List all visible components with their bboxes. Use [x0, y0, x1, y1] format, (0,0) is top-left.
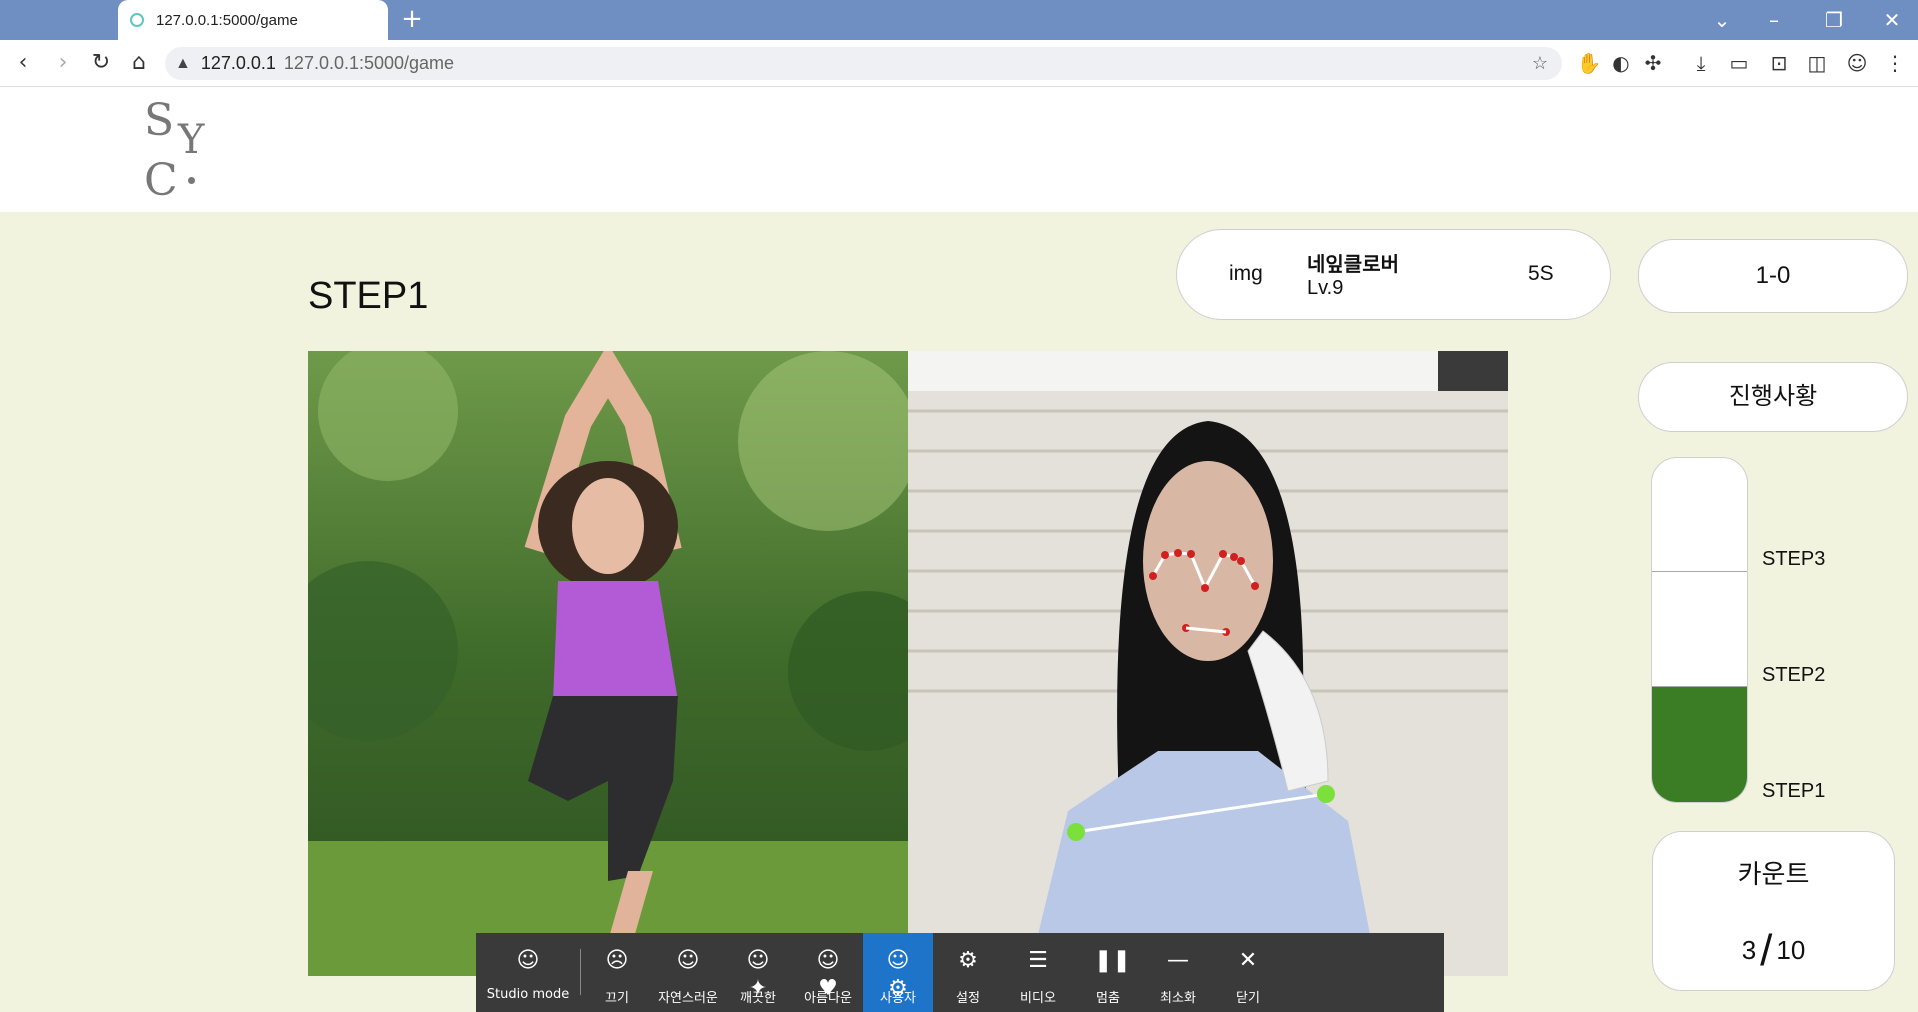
- toolbar-button-5[interactable]: ☺⚙ 사용자: [863, 933, 933, 1012]
- tab-title: 127.0.0.1:5000/game: [156, 11, 298, 29]
- not-secure-warning-icon[interactable]: ▲: [175, 55, 191, 73]
- step-label-3: STEP3: [1762, 548, 1826, 570]
- toolbar-label: 설정: [956, 991, 980, 1006]
- new-tab-button[interactable]: +: [398, 6, 426, 34]
- progress-divider: [1652, 571, 1747, 572]
- minimize-icon: —: [1167, 948, 1189, 973]
- toolbar-label: 비디오: [1020, 991, 1056, 1006]
- download-icon[interactable]: ⤓: [1686, 48, 1716, 78]
- reload-icon[interactable]: ↻: [86, 48, 116, 78]
- more-menu-icon[interactable]: ⋮: [1880, 48, 1910, 78]
- url-full: 127.0.0.1:5000/game: [283, 53, 455, 73]
- toolbar-label: 끄기: [605, 991, 629, 1006]
- toolbar-label: 아름다운: [804, 991, 852, 1006]
- video-icon[interactable]: ▭: [1724, 48, 1754, 78]
- site-header: [0, 87, 1918, 212]
- address-bar[interactable]: ▲ 127.0.0.1 127.0.0.1:5000/game ☆: [165, 47, 1562, 80]
- player-level: Lv.9: [1307, 277, 1344, 299]
- toolbar-label: 사용자: [880, 991, 916, 1006]
- player-avatar: img: [1229, 262, 1263, 285]
- timer-value: 5S: [1528, 262, 1554, 285]
- extensions-icon[interactable]: ✣: [1638, 48, 1668, 78]
- home-icon[interactable]: ⌂: [124, 48, 154, 78]
- reference-pose-image: [308, 351, 908, 976]
- tab-favicon-icon: [130, 13, 144, 27]
- toolbar-button-9[interactable]: — 최소화: [1143, 933, 1213, 1012]
- url-host: 127.0.0.1: [200, 53, 276, 73]
- progress-bar: [1651, 457, 1748, 803]
- count-card: 카운트 3/10: [1652, 831, 1895, 991]
- toolbar-button-0[interactable]: ☺ Studio mode: [476, 933, 580, 1012]
- step-label-1: STEP1: [1762, 780, 1826, 802]
- screenshot-icon[interactable]: ⊡: [1764, 48, 1794, 78]
- face-off-icon: ☹: [605, 948, 629, 973]
- face-icon: ☺: [516, 948, 540, 973]
- progress-fill: [1652, 687, 1747, 802]
- tab-search-chevron-icon[interactable]: ⌄: [1704, 4, 1740, 36]
- studio-effects-toolbar: ☺ Studio mode ☹ 끄기 ☺ 자연스러운 ☺✦ 깨끗한 ☺♥ 아름다운 ☺⚙ 사용자 ⚙ 설정…: [476, 933, 1444, 1012]
- face-sparkle-icon: ☺✦: [746, 948, 770, 1001]
- toolbar-label: Studio mode: [486, 987, 570, 1002]
- site-logo[interactable]: S Y C: [138, 95, 218, 210]
- count-total: 10: [1776, 935, 1806, 965]
- count-current: 3: [1741, 935, 1757, 965]
- face-gear-icon: ☺⚙: [886, 948, 910, 1001]
- toolbar-label: 닫기: [1236, 991, 1260, 1006]
- webcam-feed: [908, 351, 1508, 976]
- toolbar-button-8[interactable]: ❚❚ 멈춤: [1073, 933, 1143, 1012]
- score-badge: 1-0: [1638, 239, 1908, 313]
- dark-mode-icon[interactable]: ◐: [1606, 48, 1636, 78]
- step-label-2: STEP2: [1762, 664, 1826, 686]
- pause-icon: ❚❚: [1094, 948, 1131, 973]
- toolbar-label: 최소화: [1160, 991, 1196, 1006]
- toolbar-button-1[interactable]: ☹ 끄기: [581, 933, 653, 1012]
- count-title: 카운트: [1737, 859, 1810, 889]
- toolbar-button-2[interactable]: ☺ 자연스러운: [653, 933, 723, 1012]
- split-screen-icon[interactable]: ◫: [1802, 48, 1832, 78]
- player-card: img 네잎클로버 Lv.9 5S: [1176, 229, 1611, 320]
- progress-title: 진행사황: [1638, 362, 1908, 432]
- toolbar-label: 멈춤: [1096, 991, 1120, 1006]
- forward-arrow-icon[interactable]: ›: [48, 48, 78, 78]
- toolbar-button-7[interactable]: ☰ 비디오: [1003, 933, 1073, 1012]
- face-natural-icon: ☺: [676, 948, 700, 973]
- toolbar-button-4[interactable]: ☺♥ 아름다운: [793, 933, 863, 1012]
- window-close-button[interactable]: ✕: [1874, 4, 1910, 36]
- toolbar-button-3[interactable]: ☺✦ 깨끗한: [723, 933, 793, 1012]
- favorite-star-icon[interactable]: ☆: [1532, 53, 1548, 74]
- step-title: STEP1: [308, 275, 429, 317]
- toolbar-label: 깨끗한: [740, 991, 776, 1006]
- player-name: 네잎클로버: [1307, 254, 1399, 276]
- extension-hand-icon[interactable]: ✋: [1574, 48, 1604, 78]
- list-icon: ☰: [1028, 948, 1048, 973]
- browser-tab[interactable]: 127.0.0.1:5000/game: [118, 0, 388, 40]
- window-restore-button[interactable]: ❐: [1816, 4, 1852, 36]
- count-fraction: 3/10: [1741, 926, 1806, 975]
- back-arrow-icon[interactable]: ‹: [8, 48, 38, 78]
- face-heart-icon: ☺♥: [816, 948, 840, 1001]
- toolbar-button-10[interactable]: ✕ 닫기: [1213, 933, 1283, 1012]
- profile-icon[interactable]: ☺: [1842, 48, 1872, 78]
- close-icon: ✕: [1238, 948, 1258, 973]
- toolbar-label: 자연스러운: [658, 991, 718, 1006]
- toolbar-button-6[interactable]: ⚙ 설정: [933, 933, 1003, 1012]
- window-minimize-button[interactable]: –: [1756, 4, 1792, 36]
- gear-icon: ⚙: [958, 948, 978, 973]
